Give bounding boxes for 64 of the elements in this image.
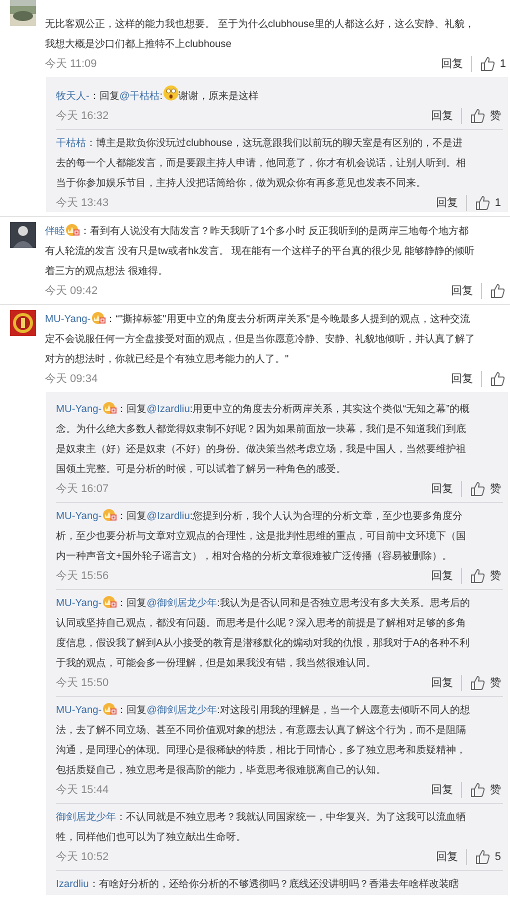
comment-text: 御剑居龙少年：不认同就是不独立思考？我就认同国家统一，中华复兴。为了这我可以流血牺 牲，同样他们也可以为了独立献出生命呀。 <box>56 810 467 845</box>
comment-text: MU-Yang- ：回复@御剑居龙少年:对这段引用我的理解是，当一个人愿意去倾听不同人的想 法，去了解不同立场、甚至不同价值观对象的想法，有意愿去认真了解这个行为，而不是阻隔 沟通，是同理心的体现。同理心是很稀缺的特质，相比于同情心，多了独立思考和质疑精神， 包括质疑自己，独立思考是很高阶的能力，毕竟思考很难脱离自己的认知。 <box>56 701 503 781</box>
author-link[interactable]: 伴睦 <box>45 226 65 237</box>
mention-link[interactable]: @御剑居龙少年 <box>146 598 218 609</box>
comment-text: 无比客观公正，这样的能力我也想要。 至于为什么clubhouse里的人都这么好，这么安静、礼貌， 我想大概是沙口们都上推特不上clubhouse <box>45 18 476 52</box>
like-icon <box>470 675 486 691</box>
timestamp: 今天 16:07 <box>56 482 109 497</box>
mention-link[interactable]: @御剑居龙少年 <box>146 705 218 716</box>
comment-text: MU-Yang- ：“"撕掉标签"用更中立的角度去分析两岸关系"是今晚最多人提到的观点，这种交流 定不会说服任何一方全盘接受对面的观点，但是当你愿意冷静、安静、礼貌地倾听，并认真了解了 对方的想法时，你就已经是个有独立思考能力的人了。" <box>45 310 508 370</box>
reply-button[interactable]: 回复 <box>428 850 466 864</box>
author-link[interactable]: MU-Yang- <box>45 314 91 325</box>
timestamp: 今天 15:50 <box>56 676 109 691</box>
comment-text: MU-Yang- ：回复@Izardliu:用更中立的角度去分析两岸关系，其实这个类似“无知之幕”的概 念。为什么绝大多数人都觉得奴隶制不好呢？因为如果前面放一块幕，我们是不知道我们到底 是奴隶主（好）还是奴隶（不好）的身份。做决策当然考虑立场，我是中国人，当然要维护祖 国领土完整。可是分析的时候，可以试着了解另一种角色的感受。 <box>56 400 503 480</box>
author-link[interactable]: MU-Yang- <box>56 705 102 716</box>
reply-button[interactable]: 回复 <box>428 196 466 210</box>
timestamp: 今天 10:52 <box>56 850 109 865</box>
like-button[interactable]: 赞 <box>461 675 503 691</box>
reply-button[interactable]: 回复 <box>423 109 461 123</box>
reply-button[interactable]: 回复 <box>432 57 471 71</box>
like-icon <box>480 56 496 72</box>
timestamp: 今天 16:32 <box>56 108 109 124</box>
reply-button[interactable]: 回复 <box>443 284 481 298</box>
timestamp: 今天 11:09 <box>45 56 97 72</box>
author-link[interactable]: MU-Yang- <box>56 511 102 522</box>
timestamp: 今天 15:56 <box>56 568 109 584</box>
like-icon <box>470 782 486 798</box>
like-button[interactable]: 赞 <box>461 568 503 584</box>
author-link[interactable]: MU-Yang- <box>56 598 102 609</box>
reply-button[interactable]: 回复 <box>423 482 461 496</box>
like-button[interactable]: 赞 <box>461 108 503 124</box>
comment-text: 伴睦 ：看到有人说没有大陆发言？昨天我听了1个多小时 反正我听到的是两岸三地每个地方都 有人轮流的发言 没有只是tw或者hk发言。 现在能有一个这样子的平台真的很少见 能够静静的倾听 着三方的观点想法 很难得。 <box>45 222 508 282</box>
timestamp: 今天 09:42 <box>45 284 98 299</box>
reply-button[interactable]: 回复 <box>423 569 461 583</box>
like-icon <box>490 371 506 387</box>
timestamp: 今天 13:43 <box>56 196 109 211</box>
comment-text: MU-Yang- ：回复@御剑居龙少年:我认为是否认同和是否独立思考没有多大关系。思考后的 认同或坚持自己观点，都没有问题。而思考是什么呢？深入思考的前提是了解相对足够的多角 度信息，假设我了解到A从小接受的教育是潜移默化的煽动对我的仇恨，那我对于A的各种不利 于我的观点，可能会多一份理解，但是如果我没有错，我当然很难认同。 <box>56 594 503 674</box>
like-button[interactable]: 赞 <box>461 782 503 798</box>
comment-text: 干枯枯：博主是欺负你没玩过clubhouse，这玩意跟我们以前玩的聊天室是有区别的，不是进 去的每一个人都能发言，而是要跟主持人申请，他同意了，你才有机会说话，让别人听到。相 当于你参加娱乐节目，主持人没把话筒给你，做为观众你有再多意见也发表不同来。 <box>56 136 467 191</box>
reply-button[interactable]: 回复 <box>443 372 481 386</box>
like-button[interactable]: 1 <box>470 56 508 72</box>
reply-button[interactable]: 回复 <box>423 676 461 690</box>
comment-text: MU-Yang- ：回复@Izardliu:您提到分析，我个人认为合理的分析文章，至少也要多角度分 析，至少也要分析与文章对立观点的合理性，这是批判性思维的重点，可目前中文环境下（国 内一种声音文+国外轮子谣言文），相对合格的分析文章很难被广泛传播（容易被删除）。 <box>56 507 503 567</box>
like-icon <box>490 283 506 299</box>
like-icon <box>470 108 486 124</box>
mention-link[interactable]: @干枯枯 <box>119 91 160 102</box>
mention-link[interactable]: @Izardliu <box>146 404 190 415</box>
author-link[interactable]: 牧天人- <box>56 91 90 102</box>
like-button[interactable]: 5 <box>466 849 503 865</box>
timestamp: 今天 15:44 <box>56 782 109 798</box>
like-button[interactable]: 赞 <box>461 481 503 497</box>
comment-text: 牧天人-：回复@干枯枯: 谢谢，原来是这样 <box>56 85 503 107</box>
like-icon <box>470 481 486 497</box>
like-icon <box>474 849 491 865</box>
author-link[interactable]: 干枯枯 <box>56 138 86 149</box>
like-icon <box>474 195 491 211</box>
reply-button[interactable]: 回复 <box>423 783 461 797</box>
like-button[interactable]: 1 <box>466 195 503 211</box>
author-link[interactable]: 御剑居龙少年 <box>56 812 116 823</box>
comment-text: Izardliu：有啥好分析的，还给你分析的不够透彻吗？底线还没讲明吗？香港去年啥样改装瞎 <box>56 878 460 892</box>
like-icon <box>470 568 486 584</box>
author-link[interactable]: Izardliu <box>56 879 89 890</box>
mention-link[interactable]: @Izardliu <box>146 511 190 522</box>
timestamp: 今天 09:34 <box>45 372 98 387</box>
author-link[interactable]: MU-Yang- <box>56 404 102 415</box>
